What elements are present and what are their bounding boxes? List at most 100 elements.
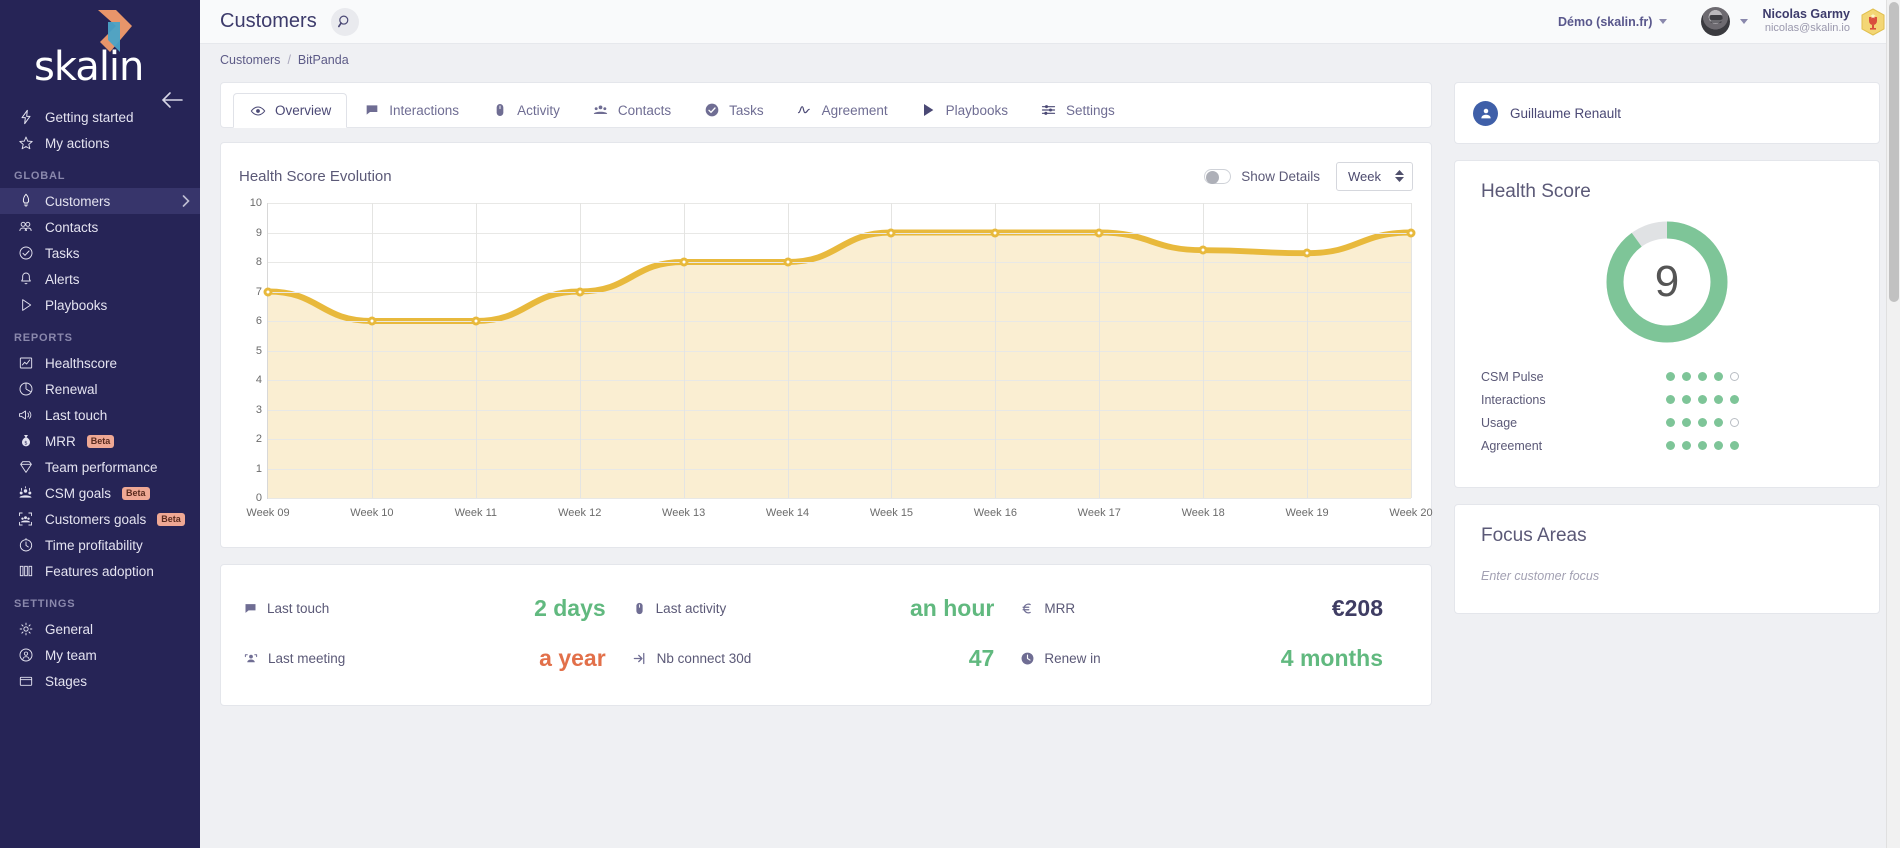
sidebar-item-getting-started[interactable]: Getting started [0,104,200,130]
sidebar-item-customers-goals[interactable]: Customers goals Beta [0,506,200,532]
brand-logo[interactable]: skalin [0,0,200,108]
diamond-icon [17,459,34,476]
page-scrollbar[interactable] [1886,0,1900,848]
chart-data-point[interactable] [1302,248,1312,258]
metric-label-wrap: Last activity [632,601,726,616]
chart-x-tick-label: Week 13 [662,507,706,519]
sidebar-item-contacts[interactable]: Contacts [0,214,200,240]
sidebar-label: Tasks [45,245,80,261]
health-row-usage: Usage [1481,411,1853,434]
sidebar-item-tasks[interactable]: Tasks [0,240,200,266]
dot-filled [1682,441,1691,450]
key-metrics-card: Last touch 2 days Last activity an hour [220,564,1432,706]
sidebar-item-time-profitability[interactable]: Time profitability [0,532,200,558]
focus-areas-placeholder[interactable]: Enter customer focus [1481,569,1853,583]
chart-data-point[interactable] [886,228,896,237]
sidebar-label: Last touch [45,407,108,423]
svg-text:$: $ [24,441,27,447]
chart-plot-area: 0 1 2 3 4 5 6 7 8 9 10 Week 09 Week 10 Week 11 Week 12… [246,197,1432,519]
dot-filled [1682,418,1691,427]
brand-name: skalin [34,44,144,90]
metric-label: Last meeting [268,650,346,666]
chart-data-point[interactable] [367,316,377,326]
metric-label: Nb connect 30d [656,650,752,666]
sidebar-item-healthscore[interactable]: Healthscore [0,350,200,376]
sidebar-item-last-touch[interactable]: Last touch [0,402,200,428]
dot-empty [1730,372,1739,381]
sidebar-item-customers[interactable]: Customers [0,188,200,214]
chart-data-point[interactable] [263,287,273,296]
sidebar-item-my-team[interactable]: My team [0,642,200,668]
user-name: Nicolas Garmy [1762,6,1850,21]
chart-gridline-h [268,203,1411,204]
megaphone-icon [17,407,34,424]
sidebar-item-alerts[interactable]: Alerts [0,266,200,292]
chart-data-point[interactable] [1198,245,1208,255]
chart-data-point[interactable] [471,316,481,326]
show-details-label: Show Details [1241,168,1320,184]
tab-contacts[interactable]: Contacts [576,92,687,127]
scrollbar-thumb[interactable] [1889,2,1899,302]
tab-playbooks[interactable]: Playbooks [904,92,1024,127]
user-info[interactable]: Nicolas Garmy nicolas@skalin.io [1762,7,1850,36]
sidebar-label: Renewal [45,381,98,397]
tab-label: Overview [275,103,332,118]
tab-activity[interactable]: Activity [475,92,576,127]
trophy-badge-icon[interactable] [1860,7,1886,36]
avatar[interactable] [1701,7,1731,36]
chart-title: Health Score Evolution [239,167,392,185]
metric-label-wrap: Last touch [243,601,329,616]
sidebar-item-stages[interactable]: Stages [0,668,200,694]
organization-selector[interactable]: Démo (skalin.fr) [1557,14,1668,29]
rating-dots [1666,441,1739,450]
chart-gridline-v [995,203,997,498]
check-circle-icon [17,245,34,262]
tab-tasks[interactable]: Tasks [687,92,780,127]
health-score-chart[interactable]: 0 1 2 3 4 5 6 7 8 9 10 Week 09 Week 10 Week 11 Week 12… [239,197,1432,527]
beta-badge: Beta [86,434,115,448]
chart-y-tick-label: 1 [255,462,262,475]
chart-data-point[interactable] [990,228,1000,237]
chart-data-point[interactable] [679,257,689,267]
sidebar-section-settings: SETTINGS [14,598,76,610]
focus-areas-title: Focus Areas [1481,525,1587,546]
tab-settings[interactable]: Settings [1024,92,1131,127]
sidebar-label: Customers goals [45,511,147,527]
sidebar-item-mrr[interactable]: $ MRR Beta [0,428,200,454]
tab-overview[interactable]: Overview [233,93,348,128]
chart-gridline-v [1411,203,1412,498]
sidebar-item-general[interactable]: General [0,616,200,642]
chart-y-tick-label: 0 [255,492,262,504]
show-details-toggle[interactable] [1204,168,1232,184]
sidebar-label: General [45,621,94,637]
chart-x-tick-label: Week 11 [454,507,498,519]
sidebar-item-team-performance[interactable]: Team performance [0,454,200,480]
chart-data-point[interactable] [1406,228,1416,237]
tab-interactions[interactable]: Interactions [347,92,475,127]
period-value: Week [1348,168,1381,184]
sidebar-item-csm-goals[interactable]: CSM goals Beta [0,480,200,506]
sidebar-item-features-adoption[interactable]: Features adoption [0,558,200,584]
health-score-evolution-card: Health Score Evolution Show Details Week [220,142,1433,548]
sidebar-label: Time profitability [45,537,143,553]
organization-label: Démo (skalin.fr) [1557,14,1653,29]
search-button[interactable] [330,7,359,36]
sidebar-item-playbooks[interactable]: Playbooks [0,292,200,318]
tab-agreement[interactable]: Agreement [780,92,904,127]
tab-label: Playbooks [945,102,1008,118]
chart-data-point[interactable] [783,257,793,267]
sidebar-item-renewal[interactable]: Renewal [0,376,200,402]
page-title: Customers [220,10,317,32]
period-select[interactable]: Week [1336,161,1413,191]
metric-renew-in: Renew in 4 months [1020,645,1409,672]
avatar-chevron-down-icon[interactable] [1740,19,1749,24]
breadcrumb-root[interactable]: Customers [220,53,280,67]
metric-label: MRR [1044,600,1076,616]
chart-data-point[interactable] [1094,228,1104,237]
sidebar-item-my-actions[interactable]: My actions [0,130,200,156]
dot-filled [1714,395,1723,404]
dot-filled [1682,395,1691,404]
chart-gridline-v [579,203,581,498]
chart-data-point[interactable] [575,287,585,296]
chart-y-tick-label: 4 [255,374,262,386]
